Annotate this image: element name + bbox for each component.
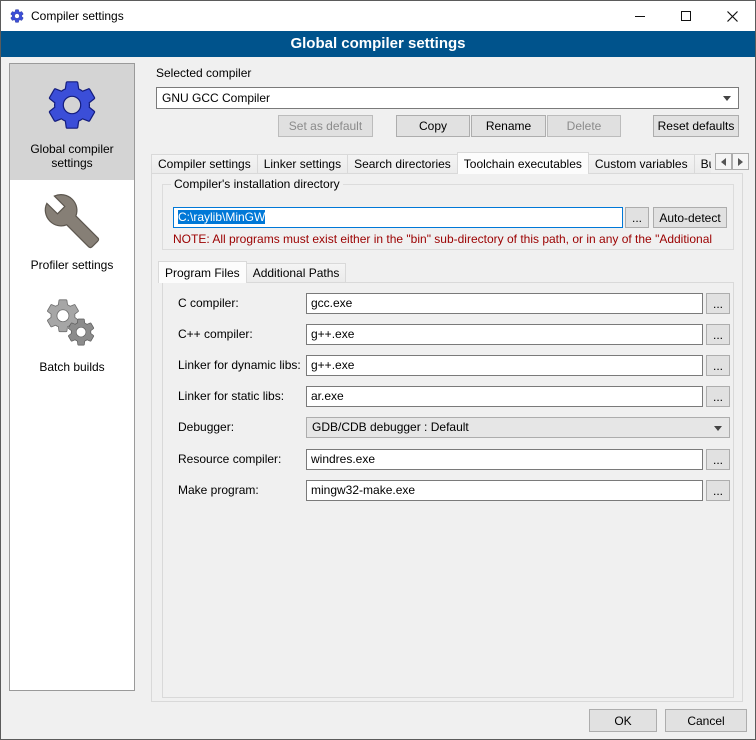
tab-build-options-clipped[interactable]: Buil xyxy=(694,154,711,174)
program-files-page: C compiler: gcc.exe ... C++ compiler: g+… xyxy=(162,282,734,698)
grey-gears-icon xyxy=(43,294,101,352)
delete-button[interactable]: Delete xyxy=(547,115,621,137)
c-compiler-label: C compiler: xyxy=(178,293,304,314)
selected-compiler-label: Selected compiler xyxy=(156,66,251,80)
cpp-compiler-input[interactable]: g++.exe xyxy=(306,324,703,345)
make-program-input[interactable]: mingw32-make.exe xyxy=(306,480,703,501)
copy-button[interactable]: Copy xyxy=(396,115,470,137)
main-panel: Selected compiler GNU GCC Compiler Set a… xyxy=(146,63,749,709)
dialog-header-title: Global compiler settings xyxy=(1,31,755,57)
resource-compiler-browse-button[interactable]: ... xyxy=(706,449,730,470)
maximize-icon xyxy=(681,11,691,21)
dynamic-linker-label: Linker for dynamic libs: xyxy=(178,355,304,376)
wrench-icon xyxy=(43,192,101,250)
installation-directory-input[interactable]: C:\raylib\MinGW xyxy=(173,207,623,228)
resource-compiler-label: Resource compiler: xyxy=(178,449,304,470)
debugger-value: GDB/CDB debugger : Default xyxy=(312,420,469,434)
ok-button[interactable]: OK xyxy=(589,709,657,732)
compiler-settings-dialog: Compiler settings Global compiler settin… xyxy=(0,0,756,740)
dynamic-linker-value: g++.exe xyxy=(311,358,354,372)
dynamic-linker-input[interactable]: g++.exe xyxy=(306,355,703,376)
selected-compiler-combobox[interactable]: GNU GCC Compiler xyxy=(156,87,739,109)
chevron-down-icon xyxy=(723,96,731,101)
tab-scroll-right-button[interactable] xyxy=(732,153,749,170)
close-button[interactable] xyxy=(709,1,755,31)
cpp-compiler-value: g++.exe xyxy=(311,327,354,341)
sidebar-item-label: Batch builds xyxy=(39,360,104,374)
maximize-button[interactable] xyxy=(663,1,709,31)
dynamic-linker-browse-button[interactable]: ... xyxy=(706,355,730,376)
installation-directory-value: C:\raylib\MinGW xyxy=(178,210,265,224)
sidebar-item-label: Global compiler settings xyxy=(14,142,130,170)
debugger-label: Debugger: xyxy=(178,417,304,438)
tab-custom-variables[interactable]: Custom variables xyxy=(588,154,695,174)
bin-subdirectory-note: NOTE: All programs must exist either in … xyxy=(173,232,725,246)
tab-compiler-settings[interactable]: Compiler settings xyxy=(151,154,258,174)
c-compiler-value: gcc.exe xyxy=(311,296,352,310)
program-files-tabstrip: Program Files Additional Paths xyxy=(158,260,718,283)
tab-toolchain-executables[interactable]: Toolchain executables xyxy=(457,152,589,174)
caption-buttons xyxy=(617,1,755,31)
rename-button[interactable]: Rename xyxy=(471,115,546,137)
auto-detect-button[interactable]: Auto-detect xyxy=(653,207,727,228)
sidebar-item-batch-builds[interactable]: Batch builds xyxy=(10,282,134,384)
installation-directory-group-title: Compiler's installation directory xyxy=(171,177,343,191)
debugger-dropdown[interactable]: GDB/CDB debugger : Default xyxy=(306,417,730,438)
toolchain-executables-page: Compiler's installation directory C:\ray… xyxy=(151,173,743,702)
blue-gear-icon xyxy=(43,76,101,134)
installation-directory-browse-button[interactable]: ... xyxy=(625,207,649,228)
selected-compiler-value: GNU GCC Compiler xyxy=(162,91,270,105)
c-compiler-browse-button[interactable]: ... xyxy=(706,293,730,314)
static-linker-input[interactable]: ar.exe xyxy=(306,386,703,407)
app-icon xyxy=(9,8,25,24)
cancel-button[interactable]: Cancel xyxy=(665,709,747,732)
static-linker-value: ar.exe xyxy=(311,389,344,403)
tab-scroll-right-icon xyxy=(738,158,743,166)
settings-tabstrip: Compiler settings Linker settings Search… xyxy=(151,151,711,174)
titlebar: Compiler settings xyxy=(1,1,755,31)
minimize-icon xyxy=(635,16,645,17)
installation-directory-groupbox: Compiler's installation directory C:\ray… xyxy=(162,184,734,250)
reset-defaults-button[interactable]: Reset defaults xyxy=(653,115,739,137)
tab-linker-settings[interactable]: Linker settings xyxy=(257,154,348,174)
resource-compiler-input[interactable]: windres.exe xyxy=(306,449,703,470)
make-program-browse-button[interactable]: ... xyxy=(706,480,730,501)
tab-search-directories[interactable]: Search directories xyxy=(347,154,458,174)
chevron-down-icon xyxy=(714,426,722,431)
tab-scroll-left-button[interactable] xyxy=(715,153,732,170)
set-as-default-button[interactable]: Set as default xyxy=(278,115,373,137)
static-linker-browse-button[interactable]: ... xyxy=(706,386,730,407)
sidebar-item-global-compiler-settings[interactable]: Global compiler settings xyxy=(10,64,134,180)
cpp-compiler-label: C++ compiler: xyxy=(178,324,304,345)
make-program-value: mingw32-make.exe xyxy=(311,483,415,497)
subtab-program-files[interactable]: Program Files xyxy=(158,261,247,283)
minimize-button[interactable] xyxy=(617,1,663,31)
sidebar-item-profiler-settings[interactable]: Profiler settings xyxy=(10,180,134,282)
sidebar-item-label: Profiler settings xyxy=(31,258,114,272)
settings-category-list: Global compiler settings Profiler settin… xyxy=(9,63,135,691)
static-linker-label: Linker for static libs: xyxy=(178,386,304,407)
close-icon xyxy=(727,11,738,22)
window-title: Compiler settings xyxy=(31,9,124,23)
tab-scroll-left-icon xyxy=(721,158,726,166)
subtab-additional-paths[interactable]: Additional Paths xyxy=(246,263,347,283)
resource-compiler-value: windres.exe xyxy=(311,452,375,466)
make-program-label: Make program: xyxy=(178,480,304,501)
cpp-compiler-browse-button[interactable]: ... xyxy=(706,324,730,345)
c-compiler-input[interactable]: gcc.exe xyxy=(306,293,703,314)
